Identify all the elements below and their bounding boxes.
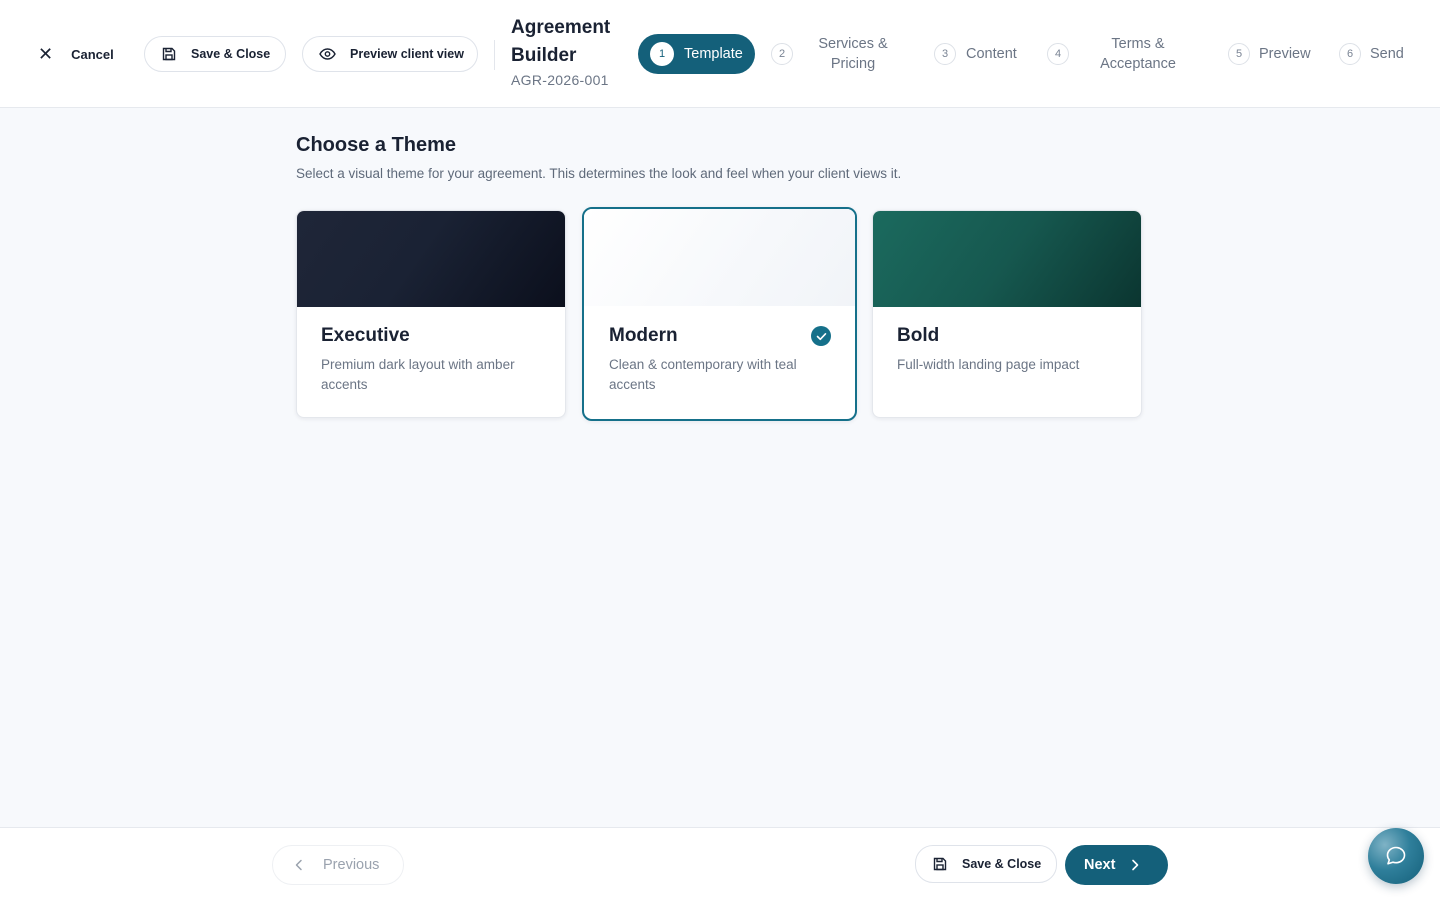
- floppy-disk-icon: [933, 857, 947, 871]
- step-label: Template: [684, 46, 743, 62]
- step-label-line1: Services &: [818, 36, 888, 52]
- theme-name: Modern: [609, 325, 678, 346]
- section-subtitle: Select a visual theme for your agreement…: [296, 166, 902, 181]
- cancel-button[interactable]: ✕ Cancel: [38, 40, 114, 68]
- theme-preview-banner: [297, 211, 565, 307]
- cancel-label: Cancel: [71, 46, 114, 62]
- step-services-pricing[interactable]: Services & Pricing: [808, 34, 898, 74]
- save-close-label: Save & Close: [191, 47, 271, 61]
- theme-name: Executive: [321, 325, 410, 346]
- step-template[interactable]: 1 Template: [638, 34, 755, 74]
- page-title-block: Agreement Builder AGR-2026-001: [511, 14, 631, 88]
- theme-preview-banner: [873, 211, 1141, 307]
- step-label-line2: Acceptance: [1100, 56, 1176, 72]
- preview-client-view-button[interactable]: Preview client view: [302, 36, 478, 72]
- bottom-footer: Previous Save & Close Next: [0, 827, 1440, 900]
- agreement-code: AGR-2026-001: [511, 72, 609, 88]
- step-label-line1: Terms &: [1111, 36, 1165, 52]
- step-terms-number[interactable]: 4: [1047, 43, 1069, 65]
- section-title: Choose a Theme: [296, 134, 457, 156]
- theme-description: Premium dark layout with amber accents: [321, 357, 515, 392]
- step-preview-number[interactable]: 5: [1228, 43, 1250, 65]
- step-send[interactable]: Send: [1370, 44, 1415, 64]
- floppy-disk-icon: [162, 47, 176, 61]
- step-terms-acceptance[interactable]: Terms & Acceptance: [1088, 34, 1188, 74]
- previous-label: Previous: [323, 857, 380, 873]
- step-content-number[interactable]: 3: [934, 43, 956, 65]
- step-preview[interactable]: Preview: [1259, 44, 1319, 64]
- next-button[interactable]: Next: [1065, 845, 1168, 885]
- save-close-label: Save & Close: [962, 857, 1042, 871]
- theme-name: Bold: [897, 325, 940, 346]
- step-send-number[interactable]: 6: [1339, 43, 1361, 65]
- top-header: ✕ Cancel Save & Close Preview client vie…: [0, 0, 1440, 108]
- close-icon: ✕: [38, 44, 54, 64]
- step-number: 1: [650, 42, 674, 66]
- step-content[interactable]: Content: [966, 44, 1026, 64]
- previous-button[interactable]: Previous: [272, 845, 404, 885]
- step-services-pricing-number[interactable]: 2: [771, 43, 793, 65]
- step-label-line2: Pricing: [830, 56, 876, 72]
- page-title-line2: Builder: [511, 45, 577, 66]
- theme-card-bold[interactable]: Bold Full-width landing page impact: [872, 210, 1142, 418]
- chat-bubble-icon: [1386, 846, 1406, 865]
- theme-description: Full-width landing page impact: [897, 357, 1080, 372]
- next-label: Next: [1084, 857, 1116, 873]
- theme-description: Clean & contemporary with teal accents: [609, 357, 797, 392]
- chevron-left-icon: [295, 859, 302, 871]
- theme-card-modern[interactable]: Modern Clean & contemporary with teal ac…: [582, 207, 857, 421]
- save-close-button[interactable]: Save & Close: [144, 36, 286, 72]
- save-close-button-footer[interactable]: Save & Close: [915, 845, 1057, 883]
- eye-icon: [319, 48, 336, 60]
- preview-client-view-label: Preview client view: [350, 47, 464, 61]
- header-divider: [494, 40, 495, 70]
- page-title-line1: Agreement: [511, 17, 611, 38]
- theme-preview-banner: [584, 209, 855, 306]
- theme-card-executive[interactable]: Executive Premium dark layout with amber…: [296, 210, 566, 418]
- check-icon: [811, 326, 831, 346]
- chevron-right-icon: [1132, 859, 1139, 871]
- chat-button[interactable]: [1368, 828, 1424, 884]
